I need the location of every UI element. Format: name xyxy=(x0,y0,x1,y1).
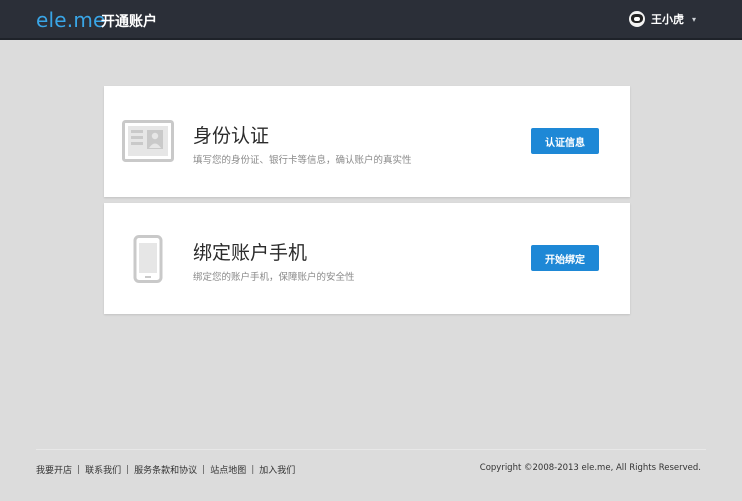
mobile-phone-icon xyxy=(122,235,174,288)
top-navbar: ele.me 开通账户 王小虎 ▾ xyxy=(0,0,742,40)
id-card-icon xyxy=(122,120,174,167)
footer-separator: | xyxy=(77,464,81,475)
chevron-down-icon: ▾ xyxy=(691,14,696,24)
identity-verification-card: 身份认证 填写您的身份证、银行卡等信息，确认账户的真实性 认证信息 xyxy=(104,86,630,197)
footer-link-sitemap[interactable]: 站点地图 xyxy=(210,463,246,476)
footer-link-open-store[interactable]: 我要开店 xyxy=(36,463,72,476)
card-title: 绑定账户手机 xyxy=(193,242,308,264)
footer-separator: | xyxy=(202,464,206,475)
page-title: 开通账户 xyxy=(101,13,157,29)
start-binding-button[interactable]: 开始绑定 xyxy=(531,245,599,271)
footer-link-contact-us[interactable]: 联系我们 xyxy=(85,463,121,476)
footer-separator: | xyxy=(251,464,255,475)
footer-link-join-us[interactable]: 加入我们 xyxy=(259,463,295,476)
user-menu[interactable]: 王小虎 ▾ xyxy=(628,11,696,27)
bind-phone-card: 绑定账户手机 绑定您的账户手机，保障账户的安全性 开始绑定 xyxy=(104,203,630,314)
footer-links: 我要开店 | 联系我们 | 服务条款和协议 | 站点地图 | 加入我们 xyxy=(36,463,295,477)
footer-separator: | xyxy=(126,464,130,475)
user-name: 王小虎 xyxy=(650,14,684,26)
avatar xyxy=(628,11,645,27)
footer-link-terms[interactable]: 服务条款和协议 xyxy=(134,463,197,476)
card-description: 填写您的身份证、银行卡等信息，确认账户的真实性 xyxy=(193,155,412,166)
footer-divider xyxy=(36,449,706,450)
copyright-text: Copyright ©2008-2013 ele.me, All Rights … xyxy=(479,463,701,473)
card-description: 绑定您的账户手机，保障账户的安全性 xyxy=(193,272,355,283)
card-title: 身份认证 xyxy=(193,125,270,147)
eleme-logo[interactable]: ele.me xyxy=(36,8,106,32)
verify-info-button[interactable]: 认证信息 xyxy=(531,128,599,154)
